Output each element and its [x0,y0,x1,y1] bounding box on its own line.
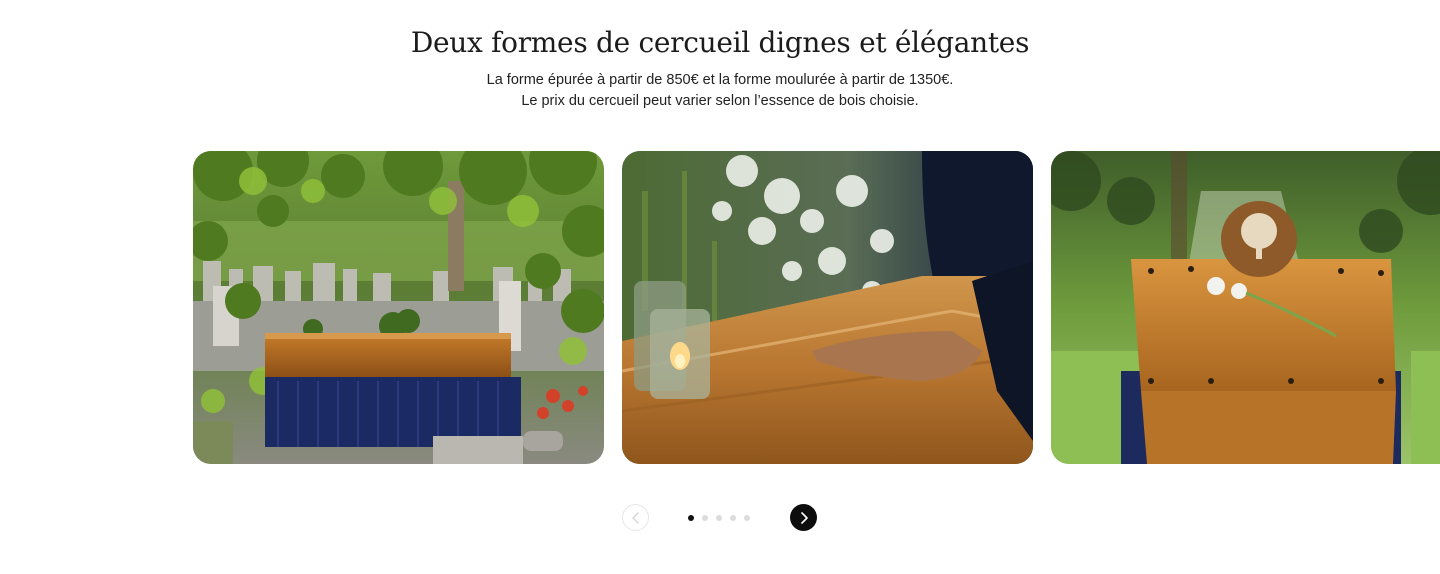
carousel-dot-5[interactable] [744,515,750,521]
section-subtitle: La forme épurée à partir de 850€ et la f… [0,70,1440,112]
chevron-right-icon [800,511,808,524]
carousel-dot-3[interactable] [716,515,722,521]
subtitle-line-1: La forme épurée à partir de 850€ et la f… [486,72,954,88]
carousel-track [193,151,1440,464]
chevron-left-icon [631,511,639,524]
hand-on-coffin-image [622,151,1033,464]
carousel-pagination [688,515,750,521]
slide-coffin-cemetery[interactable] [193,151,604,464]
section-title: Deux formes de cercueil dignes et élégan… [410,26,1030,59]
coffin-cemetery-image [193,151,604,464]
slide-coffin-tree-emblem[interactable] [1051,151,1440,464]
carousel-next-button[interactable] [790,504,817,531]
carousel-dot-1[interactable] [688,515,694,521]
subtitle-line-2: Le prix du cercueil peut varier selon l’… [521,93,919,109]
slide-hand-on-coffin[interactable] [622,151,1033,464]
coffin-tree-emblem-image [1051,151,1440,464]
carousel-controls [0,504,1440,532]
carousel-dot-2[interactable] [702,515,708,521]
carousel-prev-button[interactable] [622,504,649,531]
coffin-carousel[interactable] [193,151,1440,464]
carousel-dot-4[interactable] [730,515,736,521]
